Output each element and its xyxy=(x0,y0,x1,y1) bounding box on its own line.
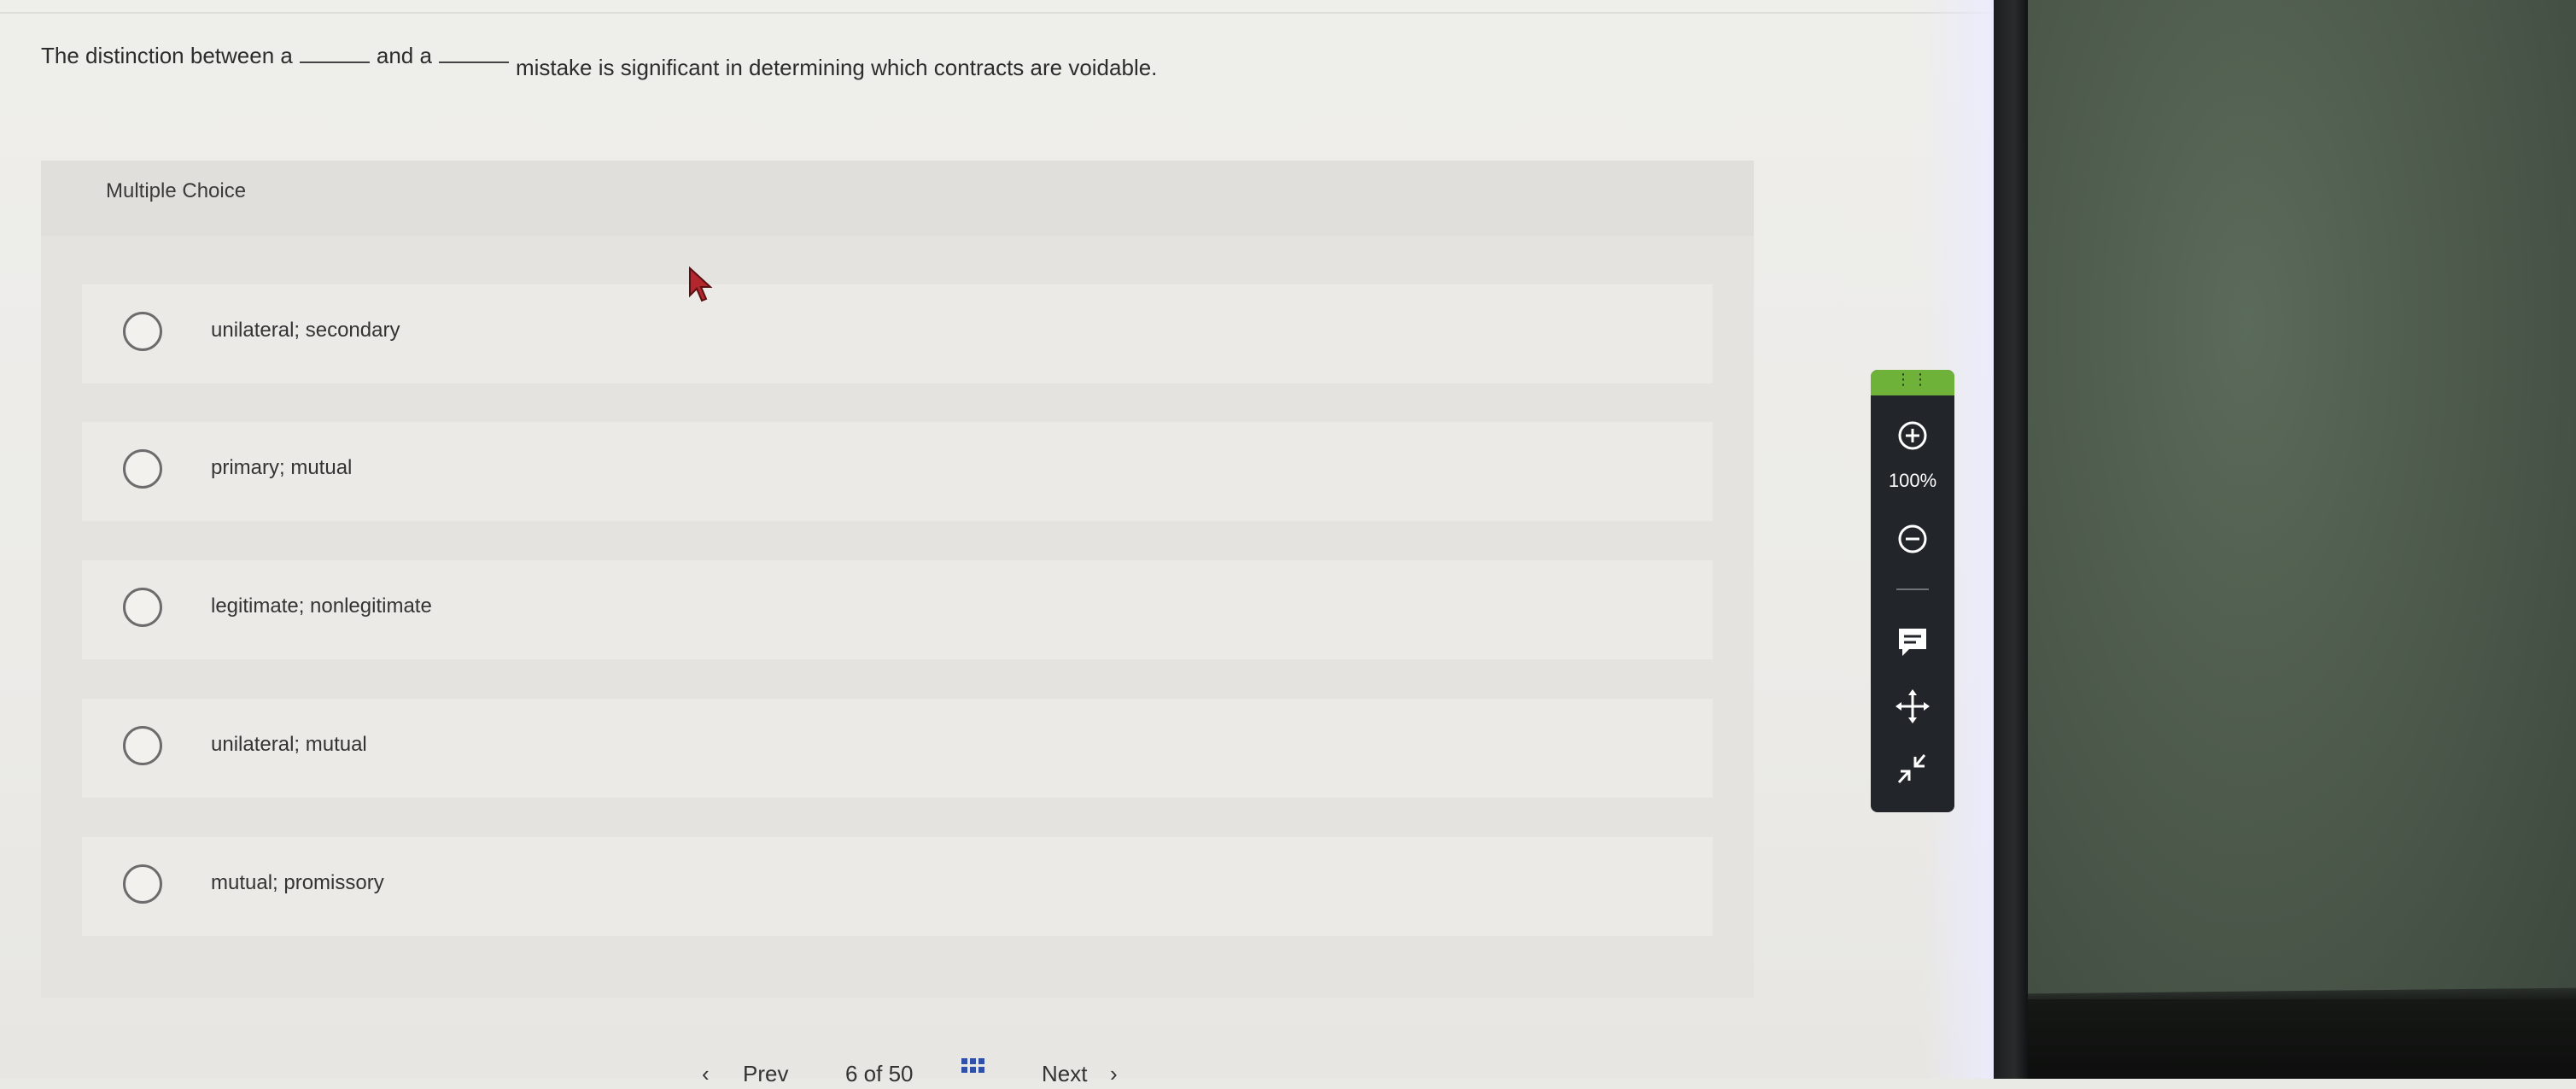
grid-icon[interactable] xyxy=(961,1057,986,1089)
answer-option-3[interactable]: legitimate; nonlegitimate xyxy=(82,560,1713,659)
page-indicator: 6 of 50 xyxy=(845,1061,914,1086)
zoom-level: 100% xyxy=(1888,470,1937,491)
radio-button[interactable] xyxy=(123,588,162,627)
option-label: mutual; promissory xyxy=(211,871,384,894)
zoom-toolbar: ⋮⋮ 100% xyxy=(1871,370,1954,812)
top-divider xyxy=(0,12,1994,14)
option-label: primary; mutual xyxy=(211,456,353,479)
blank-1 xyxy=(299,60,370,63)
shelf xyxy=(2028,999,2576,1079)
option-label: unilateral; mutual xyxy=(211,733,367,756)
question-text: The distinction between a and a mistake is… xyxy=(41,43,1157,80)
panel-header: Multiple Choice xyxy=(41,161,1754,236)
next-button[interactable]: Next xyxy=(1042,1061,1087,1087)
radio-button[interactable] xyxy=(123,449,162,489)
question-part-3: mistake is significant in determining wh… xyxy=(515,55,1158,80)
panel-title: Multiple Choice xyxy=(106,179,247,202)
move-icon xyxy=(1895,689,1930,723)
answer-option-5[interactable]: mutual; promissory xyxy=(82,837,1713,936)
multiple-choice-panel: Multiple Choice unilateral; secondary pr… xyxy=(41,161,1754,998)
comment-icon xyxy=(1899,629,1926,656)
answer-option-2[interactable]: primary; mutual xyxy=(82,422,1713,521)
radio-button[interactable] xyxy=(123,726,162,765)
collapse-icon xyxy=(1897,754,1926,784)
minus-circle-icon xyxy=(1898,524,1927,553)
mouse-cursor-icon xyxy=(689,266,713,302)
zoom-out-button[interactable] xyxy=(1871,518,1954,560)
answer-option-1[interactable]: unilateral; secondary xyxy=(82,284,1713,383)
question-part-1: The distinction between a xyxy=(41,43,293,68)
blank-2 xyxy=(438,60,509,63)
move-button[interactable] xyxy=(1871,685,1954,728)
background-wall xyxy=(2028,0,2576,1079)
radio-button[interactable] xyxy=(123,312,162,351)
question-part-2: and a xyxy=(376,43,432,68)
radio-button[interactable] xyxy=(123,864,162,904)
next-chevron-icon[interactable]: › xyxy=(1110,1061,1118,1087)
answer-option-4[interactable]: unilateral; mutual xyxy=(82,699,1713,798)
option-label: unilateral; secondary xyxy=(211,319,400,342)
zoom-in-button[interactable] xyxy=(1871,414,1954,457)
monitor-bezel xyxy=(1994,0,2028,1079)
drag-handle-icon[interactable]: ⋮⋮ xyxy=(1871,370,1954,395)
comment-button[interactable] xyxy=(1871,621,1954,664)
prev-button[interactable]: Prev xyxy=(743,1061,788,1087)
option-label: legitimate; nonlegitimate xyxy=(211,594,432,618)
plus-circle-icon xyxy=(1898,421,1927,450)
prev-chevron-icon[interactable]: ‹ xyxy=(702,1061,710,1087)
toolbar-divider xyxy=(1896,588,1929,590)
collapse-button[interactable] xyxy=(1871,747,1954,790)
